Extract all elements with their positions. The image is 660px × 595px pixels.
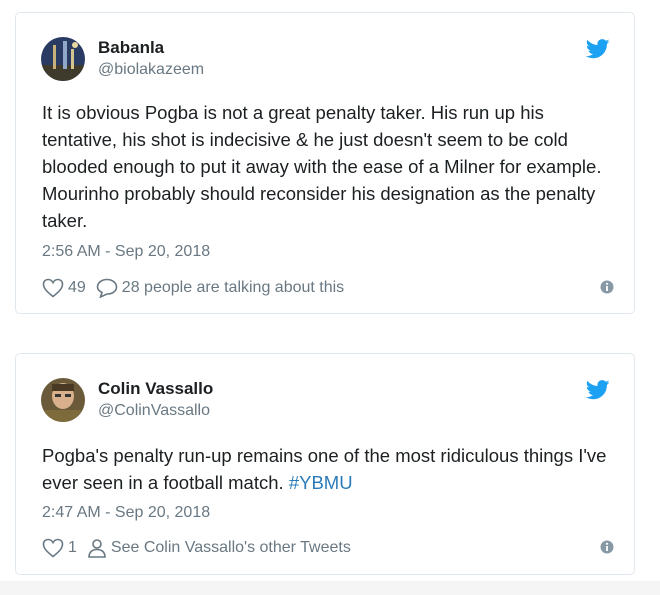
author-name[interactable]: Babanla: [98, 38, 164, 58]
avatar[interactable]: [41, 37, 85, 81]
author-handle[interactable]: @biolakazeem: [98, 61, 204, 79]
tweet-text: Pogba's penalty run-up remains one of th…: [42, 442, 614, 496]
comment-icon: [96, 278, 118, 298]
info-icon[interactable]: [600, 280, 614, 294]
page-footer-strip: [0, 581, 660, 595]
like-button[interactable]: 1: [42, 538, 77, 558]
tweet-card: Colin Vassallo @ColinVassallo Pogba's pe…: [15, 353, 635, 575]
talking-count: 28 people are talking about this: [121, 279, 345, 296]
tweet-text: It is obvious Pogba is not a great penal…: [42, 102, 602, 231]
heart-icon: [42, 278, 64, 298]
comment-button[interactable]: 28 people are talking about this: [96, 278, 344, 298]
hashtag-link[interactable]: #YBMU: [289, 472, 353, 493]
like-count: 49: [68, 279, 86, 296]
avatar[interactable]: [41, 378, 85, 422]
twitter-bird-icon[interactable]: [586, 39, 610, 59]
like-count: 1: [68, 539, 77, 556]
other-tweets-link[interactable]: See Colin Vassallo's other Tweets: [87, 538, 351, 558]
tweet-actions: 49 28 people are talking about this: [42, 277, 614, 299]
author-handle[interactable]: @ColinVassallo: [98, 402, 210, 420]
tweet-timestamp[interactable]: 2:47 AM - Sep 20, 2018: [42, 504, 210, 522]
info-icon[interactable]: [600, 540, 614, 554]
tweet-card: Babanla @biolakazeem It is obvious Pogba…: [15, 12, 635, 314]
author-name[interactable]: Colin Vassallo: [98, 379, 213, 399]
other-tweets-label: See Colin Vassallo's other Tweets: [110, 539, 351, 556]
tweet-timestamp[interactable]: 2:56 AM - Sep 20, 2018: [42, 243, 210, 261]
like-button[interactable]: 49: [42, 278, 86, 298]
twitter-bird-icon[interactable]: [586, 380, 610, 400]
tweet-actions: 1 See Colin Vassallo's other Tweets: [42, 537, 614, 559]
person-icon: [88, 539, 106, 558]
heart-icon: [42, 538, 64, 558]
